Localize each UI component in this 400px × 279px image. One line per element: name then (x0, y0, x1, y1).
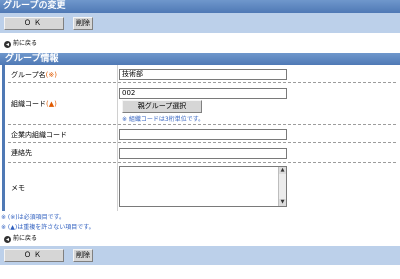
top-toolbar: ＯＫ 削除 (0, 13, 400, 33)
parent-group-select-button[interactable]: 親グループ選択 (122, 100, 202, 113)
memo-label: メモ (11, 184, 25, 192)
internal-code-label: 企業内組織コード (11, 131, 67, 139)
unique-mark: (▲) (46, 100, 57, 108)
group-name-label: グループ名(※) (11, 70, 57, 80)
group-name-label-text: グループ名 (11, 71, 46, 79)
org-code-note: ※ 組織コードは3桁単位です。 (122, 116, 205, 123)
group-name-input[interactable]: 技術部 (119, 69, 287, 80)
scroll-up-icon[interactable]: ▲ (279, 167, 286, 174)
window-title: グループの変更 (0, 0, 400, 13)
internal-code-input[interactable] (119, 129, 287, 140)
back-label: 前に戻る (13, 235, 38, 242)
contact-input[interactable] (119, 148, 287, 159)
section-title: グループ情報 (0, 53, 400, 65)
back-link-top[interactable]: ◂ 前に戻る (4, 39, 37, 49)
org-code-label-text: 組織コード (11, 100, 46, 108)
bottom-toolbar: ＯＫ 削除 (0, 246, 400, 265)
ok-button[interactable]: ＯＫ (4, 17, 64, 30)
memo-textarea[interactable]: ▲ ▼ (119, 166, 287, 207)
delete-button[interactable]: 削除 (73, 17, 93, 30)
row-org-code: 組織コード(▲) 002 親グループ選択 ※ 組織コードは3桁単位です。 (8, 83, 396, 125)
back-link-bottom[interactable]: ◂ 前に戻る (4, 234, 37, 244)
required-mark: (※) (45, 71, 57, 79)
back-arrow-icon: ◂ (4, 235, 11, 243)
row-internal-code: 企業内組織コード (8, 125, 396, 143)
back-arrow-icon: ◂ (4, 40, 11, 48)
required-note: ※ (※)は必須項目です。 (1, 214, 66, 221)
row-group-name: グループ名(※) 技術部 (8, 65, 396, 83)
org-code-input[interactable]: 002 (119, 88, 287, 99)
back-label: 前に戻る (13, 40, 38, 47)
row-contact: 連絡先 (8, 143, 396, 163)
ok-button[interactable]: ＯＫ (4, 249, 64, 262)
delete-button[interactable]: 削除 (73, 249, 93, 262)
unique-note: ※ (▲)は重複を許さない項目です。 (1, 224, 95, 231)
memo-scrollbar[interactable]: ▲ ▼ (278, 167, 286, 206)
group-form: グループ名(※) 技術部 組織コード(▲) 002 親グループ選択 ※ 組織コー… (2, 65, 396, 211)
org-code-label: 組織コード(▲) (11, 99, 57, 109)
scroll-down-icon[interactable]: ▼ (279, 199, 286, 206)
contact-label: 連絡先 (11, 149, 32, 157)
